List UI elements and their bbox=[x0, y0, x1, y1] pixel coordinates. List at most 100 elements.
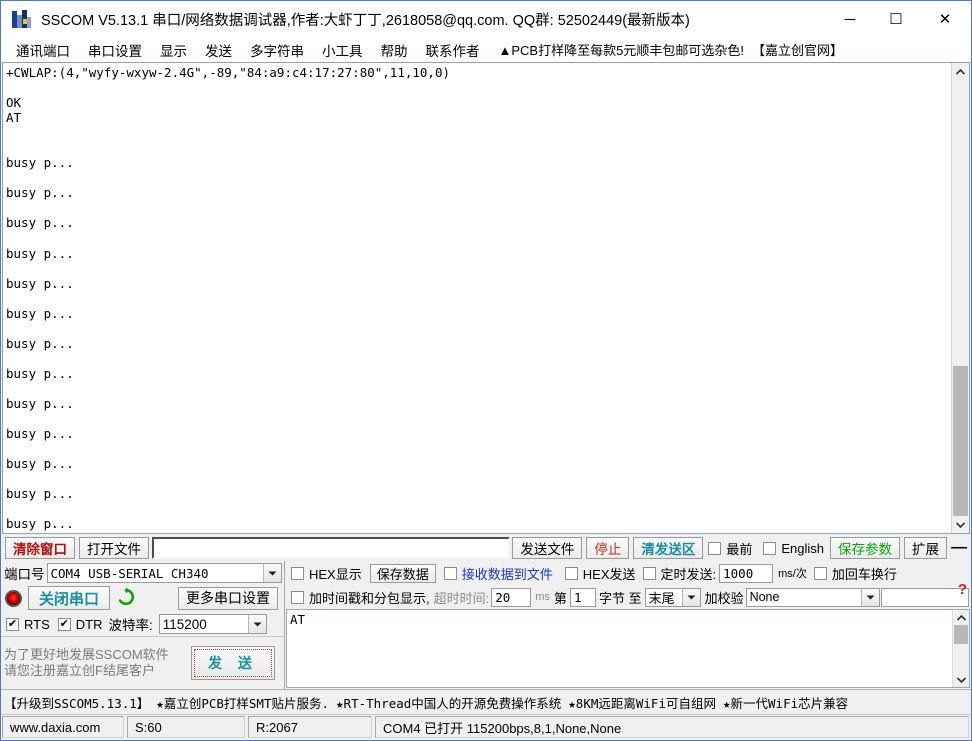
help-question-icon[interactable]: ? bbox=[958, 581, 967, 598]
menu-ad-text[interactable]: ▲PCB打样降至每款5元顺丰包邮可选杂色! bbox=[493, 38, 750, 61]
send-scroll-down-arrow[interactable] bbox=[953, 672, 969, 687]
menu-item-display[interactable]: 显示 bbox=[151, 38, 196, 62]
chevron-down-icon[interactable] bbox=[248, 615, 266, 633]
send-scroll-thumb[interactable] bbox=[954, 625, 968, 644]
menu-item-help[interactable]: 帮助 bbox=[372, 38, 417, 62]
port-control-row: 关闭串口 更多串口设置 bbox=[1, 584, 284, 612]
menu-item-send[interactable]: 发送 bbox=[196, 38, 241, 62]
rts-checkbox[interactable]: ✔ bbox=[6, 618, 19, 631]
status-website[interactable]: www.daxia.com bbox=[2, 716, 124, 738]
maximize-button[interactable]: ☐ bbox=[873, 1, 919, 37]
rts-checkbox-label[interactable]: ✔ RTS bbox=[6, 617, 50, 632]
status-sent-count: S:60 bbox=[127, 716, 245, 738]
menu-bar: 通讯端口 串口设置 显示 发送 多字符串 小工具 帮助 联系作者 ▲PCB打样降… bbox=[1, 37, 971, 62]
menu-item-multi-string[interactable]: 多字符串 bbox=[241, 38, 313, 62]
scroll-up-arrow[interactable] bbox=[952, 63, 969, 80]
crlf-checkbox[interactable] bbox=[814, 567, 827, 580]
timed-send-label: 定时发送: bbox=[661, 564, 717, 583]
port-select[interactable]: COM4 USB-SERIAL CH340 bbox=[47, 563, 283, 583]
receive-text[interactable]: +CWLAP:(4,"wyfy-wxyw-2.4G",-89,"84:a9:c4… bbox=[3, 63, 951, 533]
crlf-checkbox-label[interactable]: 加回车换行 bbox=[814, 564, 897, 583]
clear-window-button[interactable]: 清除窗口 bbox=[5, 537, 75, 559]
hex-send-checkbox-label[interactable]: HEX发送 bbox=[565, 564, 636, 583]
scroll-down-arrow[interactable] bbox=[952, 516, 969, 533]
baud-rate-value: 115200 bbox=[163, 617, 207, 632]
timestamp-checkbox[interactable] bbox=[291, 591, 304, 604]
receive-to-file-checkbox[interactable] bbox=[444, 567, 457, 580]
menu-item-contact-author[interactable]: 联系作者 bbox=[417, 38, 489, 62]
send-area-scrollbar[interactable] bbox=[952, 610, 969, 687]
extend-button[interactable]: 扩展 bbox=[904, 537, 947, 559]
extra-input[interactable] bbox=[881, 588, 969, 607]
hex-display-checkbox-label[interactable]: HEX显示 bbox=[291, 564, 362, 583]
topmost-checkbox[interactable] bbox=[708, 542, 721, 555]
ad-item-0[interactable]: ★嘉立创PCB打样SMT贴片服务. bbox=[156, 693, 329, 712]
english-checkbox-label[interactable]: English bbox=[763, 541, 824, 556]
receive-to-file-checkbox-label[interactable]: 接收数据到文件 bbox=[444, 564, 553, 583]
timed-send-input[interactable]: 1000 bbox=[719, 564, 773, 583]
title-bar: SSCOM V5.13.1 串口/网络数据调试器,作者:大虾丁丁,2618058… bbox=[1, 1, 971, 37]
hex-send-checkbox[interactable] bbox=[565, 567, 578, 580]
clear-send-area-button[interactable]: 清发送区 bbox=[633, 537, 703, 559]
topmost-checkbox-label[interactable]: 最前 bbox=[708, 539, 752, 558]
ad-item-3[interactable]: ★新一代WiFi芯片兼容 bbox=[723, 693, 848, 712]
status-connection-info: COM4 已打开 115200bps,8,1,None,None bbox=[375, 716, 969, 738]
hex-display-checkbox[interactable] bbox=[291, 567, 304, 580]
option-rows: HEX显示 保存数据 接收数据到文件 HEX发送 定时发送: bbox=[285, 561, 971, 609]
english-checkbox[interactable] bbox=[763, 542, 776, 555]
topmost-label: 最前 bbox=[726, 539, 752, 558]
timed-send-checkbox-label[interactable]: 定时发送: bbox=[643, 564, 717, 583]
timestamp-label: 加时间戳和分包显示, bbox=[309, 588, 430, 607]
port-status-led-icon bbox=[5, 590, 22, 607]
byte-to-value: 末尾 bbox=[649, 588, 675, 607]
window-controls: ─ ☐ ✕ bbox=[827, 1, 971, 37]
send-scroll-up-arrow[interactable] bbox=[953, 610, 969, 625]
chevron-down-icon[interactable] bbox=[682, 589, 700, 606]
menu-item-comm-port[interactable]: 通讯端口 bbox=[7, 38, 79, 62]
timeout-input[interactable]: 20 bbox=[491, 588, 531, 607]
byte-index-input[interactable]: 1 bbox=[570, 588, 596, 607]
menu-item-tools[interactable]: 小工具 bbox=[313, 38, 372, 62]
timed-send-unit: ms/次 bbox=[778, 565, 807, 581]
receive-scrollbar[interactable] bbox=[951, 63, 969, 533]
dtr-checkbox-label[interactable]: ✔ DTR bbox=[58, 617, 103, 632]
window-title: SSCOM V5.13.1 串口/网络数据调试器,作者:大虾丁丁,2618058… bbox=[41, 9, 690, 30]
chevron-down-icon[interactable] bbox=[861, 589, 879, 606]
open-file-button[interactable]: 打开文件 bbox=[79, 537, 149, 559]
menu-item-serial-settings[interactable]: 串口设置 bbox=[79, 38, 151, 62]
refresh-ports-icon[interactable] bbox=[116, 587, 136, 610]
byte-to-select[interactable]: 末尾 bbox=[645, 588, 701, 607]
dtr-label: DTR bbox=[76, 617, 103, 632]
send-button[interactable]: 发 送 bbox=[191, 646, 275, 680]
stop-button[interactable]: 停止 bbox=[586, 537, 629, 559]
collapse-button[interactable]: — bbox=[949, 537, 969, 559]
timeout-unit: ms bbox=[535, 591, 550, 603]
ad-item-2[interactable]: ★8KM远距离WiFi可自组网 bbox=[568, 693, 716, 712]
close-button[interactable]: ✕ bbox=[919, 1, 971, 37]
app-logo-icon bbox=[11, 8, 33, 30]
send-text-input[interactable]: AT bbox=[287, 610, 952, 687]
save-data-button[interactable]: 保存数据 bbox=[370, 564, 436, 583]
menu-ad-link[interactable]: 【嘉立创官网】 bbox=[750, 38, 845, 61]
close-port-button[interactable]: 关闭串口 bbox=[28, 586, 110, 610]
send-scroll-track[interactable] bbox=[953, 625, 969, 672]
send-options-panel: HEX显示 保存数据 接收数据到文件 HEX发送 定时发送: bbox=[285, 561, 971, 689]
receive-scroll-track[interactable] bbox=[952, 80, 969, 516]
receive-area: +CWLAP:(4,"wyfy-wxyw-2.4G",-89,"84:a9:c4… bbox=[2, 62, 970, 534]
dtr-checkbox[interactable]: ✔ bbox=[58, 618, 71, 631]
send-file-button[interactable]: 发送文件 bbox=[512, 537, 582, 559]
receive-scroll-thumb[interactable] bbox=[953, 366, 968, 516]
file-path-input[interactable] bbox=[152, 537, 510, 559]
checksum-select[interactable]: None bbox=[746, 588, 880, 607]
more-port-settings-button[interactable]: 更多串口设置 bbox=[178, 587, 278, 610]
chevron-down-icon[interactable] bbox=[263, 564, 281, 582]
save-params-button[interactable]: 保存参数 bbox=[830, 537, 900, 559]
baud-rate-label: 波特率: bbox=[108, 614, 152, 634]
english-label: English bbox=[781, 541, 824, 556]
minimize-button[interactable]: ─ bbox=[827, 1, 873, 37]
timed-send-checkbox[interactable] bbox=[643, 567, 656, 580]
ad-item-1[interactable]: ★RT-Thread中国人的开源免费操作系统 bbox=[336, 693, 561, 712]
timestamp-checkbox-label[interactable]: 加时间戳和分包显示, bbox=[291, 588, 430, 607]
ad-upgrade-link[interactable]: 【升级到SSCOM5.13.1】 bbox=[4, 693, 149, 712]
baud-rate-select[interactable]: 115200 bbox=[159, 614, 267, 634]
